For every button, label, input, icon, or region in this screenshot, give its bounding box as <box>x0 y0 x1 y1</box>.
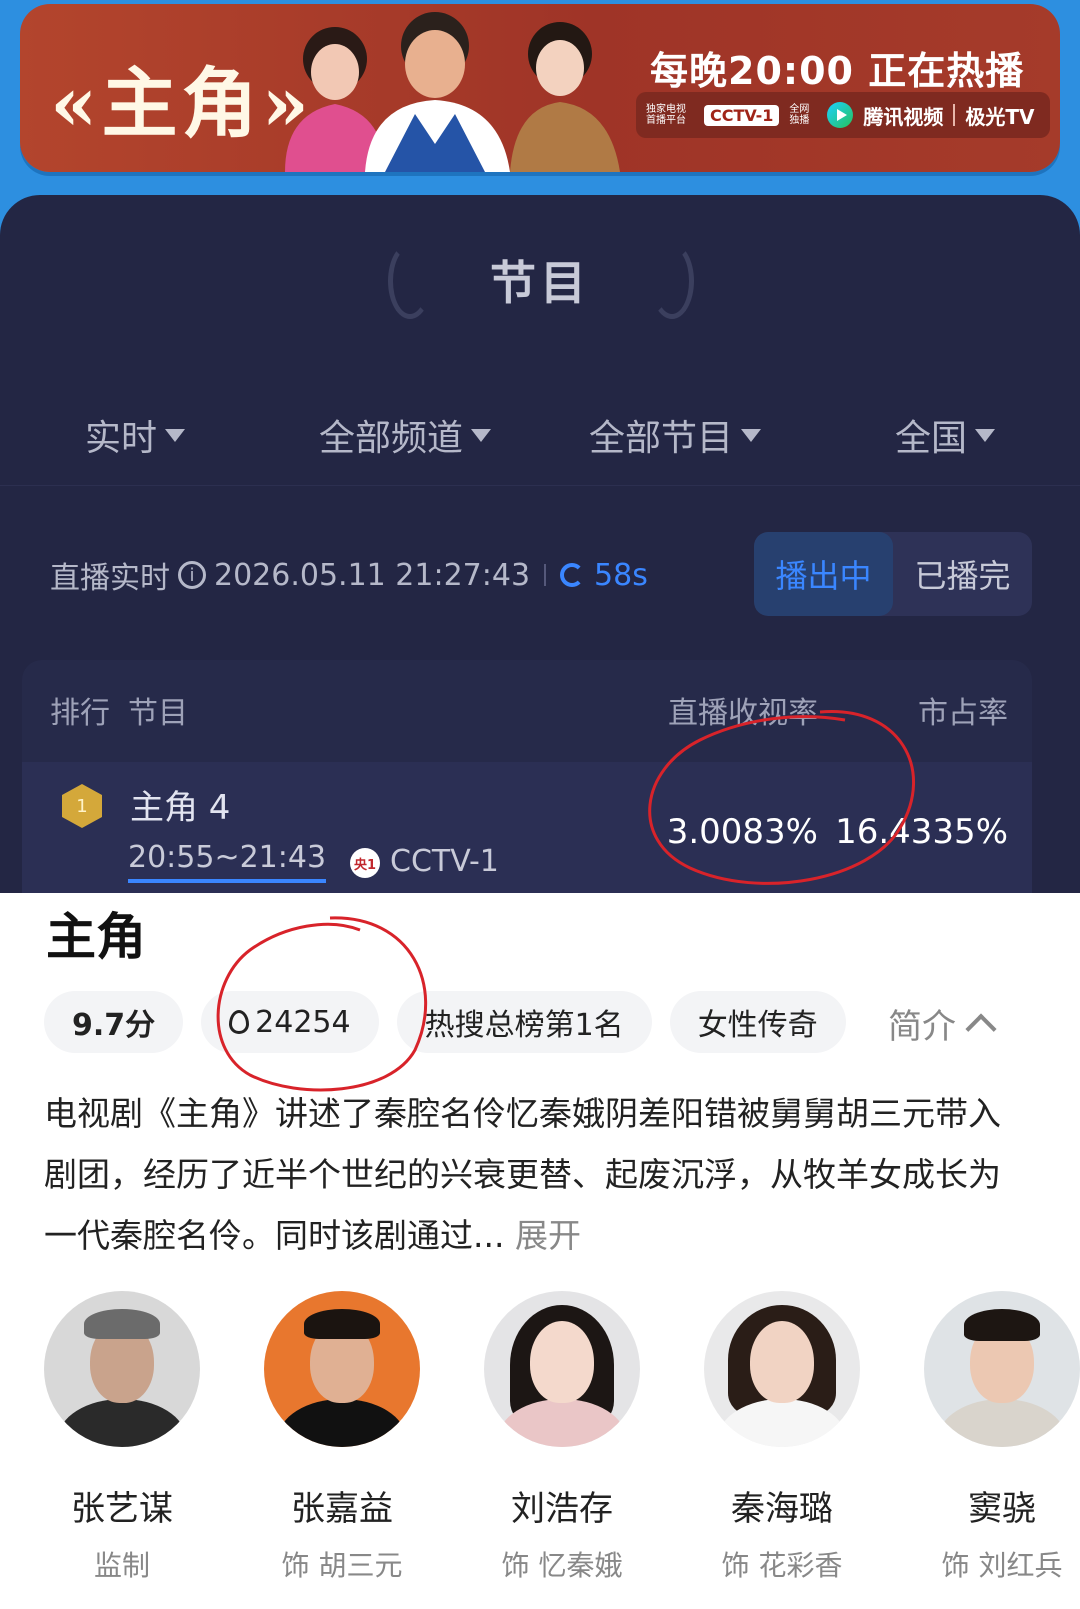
program-name: 主角 4 <box>130 788 231 828</box>
live-rate-value: 3.0083% <box>666 812 818 852</box>
avatar <box>924 1291 1080 1447</box>
header-live-rate[interactable]: 直播收视率 <box>668 688 818 732</box>
banner-cast-photo <box>285 12 620 172</box>
filter-channel[interactable]: 全部频道 <box>270 385 540 485</box>
filter-time[interactable]: 实时 <box>0 385 270 485</box>
app-name-2: 极光TV <box>965 104 1035 129</box>
platform-note: 独家电视首播平台 <box>646 104 686 126</box>
toggle-airing[interactable]: 播出中 <box>754 532 893 616</box>
show-detail-screenshot: 主角 9.7分 24254 热搜总榜第1名 女性传奇 简介 电视剧《主角》讲述了… <box>0 893 1080 1609</box>
avatar <box>484 1291 640 1447</box>
avatar <box>44 1291 200 1447</box>
avatar <box>704 1291 860 1447</box>
cast-item[interactable]: 刘浩存 饰 忆秦娥 <box>484 1291 640 1584</box>
live-label: 直播实时 <box>50 561 170 596</box>
caret-down-icon <box>165 428 185 442</box>
cast-name: 窦骁 <box>968 1489 1036 1529</box>
banner-logo: «主角» <box>50 59 313 148</box>
live-info-row: 直播实时 i 2026.05.11 21:27:43 58s <box>50 553 648 597</box>
cast-item[interactable]: 秦海璐 饰 花彩香 <box>704 1291 860 1584</box>
cast-role: 饰 刘红兵 <box>941 1549 1063 1582</box>
rank-gold-badge-icon: 1 <box>62 784 102 828</box>
filter-label: 实时 <box>84 418 157 459</box>
show-title: 主角 <box>46 908 146 966</box>
toggle-finished[interactable]: 已播完 <box>893 532 1032 616</box>
program-time: 20:55~21:43 <box>128 840 327 883</box>
broadcast-toggle: 播出中 已播完 <box>754 532 1032 616</box>
cast-item[interactable]: 窦骁 饰 刘红兵 <box>924 1291 1080 1584</box>
strip-divider <box>953 104 956 126</box>
header-program: 节目 <box>128 696 188 731</box>
network-note: 全网独播 <box>789 104 810 126</box>
cast-item[interactable]: 张艺谋 监制 <box>44 1291 200 1584</box>
heat-tag[interactable]: 24254 <box>201 991 379 1053</box>
chevron-up-icon <box>965 1012 997 1045</box>
filter-label: 全部频道 <box>318 418 463 459</box>
table-header: 排行 节目 直播收视率 市占率 <box>22 660 1032 760</box>
brief-label: 简介 <box>888 1007 956 1047</box>
expand-link[interactable]: 展开 <box>515 1216 581 1255</box>
heat-value: 24254 <box>255 1004 351 1040</box>
filter-label: 全国 <box>894 418 967 459</box>
ratings-table: 排行 节目 直播收视率 市占率 1 主角 4 20:55~21:43 央1 CC… <box>22 660 1032 915</box>
promo-banner[interactable]: «主角» 每晚20:00 正在热播 独家电视首播平台 CCTV-1 全网独播 腾… <box>20 4 1060 172</box>
refresh-icon[interactable] <box>560 563 585 587</box>
cast-role: 饰 忆秦娥 <box>501 1549 623 1582</box>
filter-label: 全部节目 <box>588 418 733 459</box>
brief-toggle[interactable]: 简介 <box>888 999 997 1048</box>
avatar <box>264 1291 420 1447</box>
cast-item[interactable]: 张嘉益 饰 胡三元 <box>264 1291 420 1584</box>
channel-name: CCTV-1 <box>390 844 499 879</box>
caret-down-icon <box>471 428 491 442</box>
header-rank: 排行 <box>50 696 110 731</box>
caret-down-icon <box>975 428 995 442</box>
cast-name: 张嘉益 <box>291 1489 393 1529</box>
cast-list: 张艺谋 监制 张嘉益 饰 胡三元 刘浩存 饰 忆秦娥 秦海璐 饰 花彩香 窦骁 … <box>44 1291 1080 1584</box>
refresh-countdown: 58s <box>594 557 648 593</box>
divider <box>544 564 547 586</box>
filter-program[interactable]: 全部节目 <box>540 385 810 485</box>
cctv-logo: CCTV-1 <box>704 104 780 126</box>
cast-name: 秦海璐 <box>731 1489 833 1529</box>
top-screenshot: «主角» 每晚20:00 正在热播 独家电视首播平台 CCTV-1 全网独播 腾… <box>0 0 1080 915</box>
genre-tag[interactable]: 女性传奇 <box>669 991 846 1053</box>
banner-slogan: 每晚20:00 正在热播 <box>650 49 1025 93</box>
filter-region[interactable]: 全国 <box>810 385 1080 485</box>
live-timestamp: 2026.05.11 21:27:43 <box>214 557 531 593</box>
banner-platform-strip: 独家电视首播平台 CCTV-1 全网独播 腾讯视频 极光TV <box>636 92 1050 138</box>
cast-name: 刘浩存 <box>511 1489 613 1529</box>
filter-bar: 实时 全部频道 全部节目 全国 <box>0 385 1080 486</box>
cast-role: 饰 胡三元 <box>281 1549 403 1582</box>
cctv1-channel-icon: 央1 <box>350 848 380 878</box>
share-value: 16.4335% <box>835 812 1008 852</box>
show-description: 电视剧《主角》讲述了秦腔名伶忆秦娥阴差阳错被舅舅胡三元带入剧团，经历了近半个世纪… <box>44 1083 1020 1266</box>
header-share[interactable]: 市占率 <box>918 688 1008 732</box>
tencent-video-icon <box>827 102 854 128</box>
ratings-panel: 节目 实时 全部频道 全部节目 全国 直播实时 i 2026.05.11 21:… <box>0 195 1080 915</box>
fire-icon <box>229 1010 250 1034</box>
cast-role: 监制 <box>93 1549 150 1582</box>
show-tags: 9.7分 24254 热搜总榜第1名 女性传奇 <box>44 991 846 1053</box>
cast-name: 张艺谋 <box>71 1489 173 1529</box>
info-icon[interactable]: i <box>178 561 206 589</box>
cast-role: 饰 花彩香 <box>721 1549 843 1582</box>
app-name: 腾讯视频 <box>863 104 944 129</box>
panel-title: 节目 <box>490 256 590 310</box>
score-tag[interactable]: 9.7分 <box>44 991 184 1053</box>
hot-search-tag[interactable]: 热搜总榜第1名 <box>396 991 652 1053</box>
caret-down-icon <box>741 428 761 442</box>
